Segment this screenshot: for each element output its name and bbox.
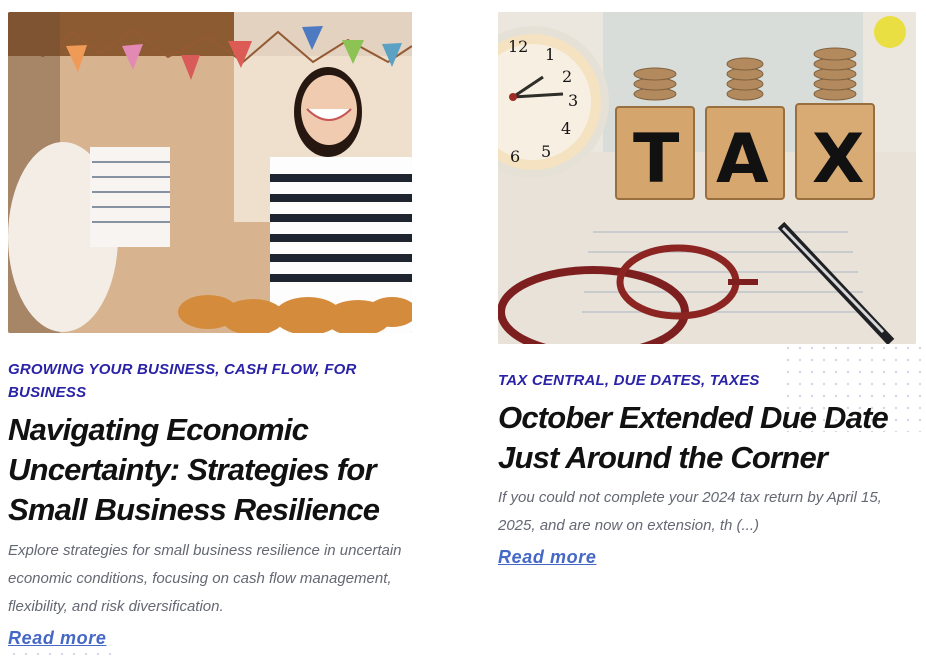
svg-text:6: 6: [510, 147, 520, 166]
post-categories[interactable]: TAX CENTRAL, DUE DATES, TAXES: [498, 369, 878, 392]
post-excerpt: If you could not complete your 2024 tax …: [498, 489, 882, 534]
post-image-1[interactable]: [8, 12, 412, 333]
tax-blocks-photo-icon: 12 12 3 45 6 T A X: [498, 12, 916, 344]
svg-text:2: 2: [562, 67, 572, 86]
svg-text:12: 12: [508, 37, 528, 56]
svg-text:1: 1: [545, 45, 555, 64]
svg-text:4: 4: [561, 119, 571, 138]
svg-text:3: 3: [568, 91, 578, 110]
read-more-link[interactable]: Read more: [8, 628, 106, 649]
read-more-link[interactable]: Read more: [498, 547, 596, 568]
post-image-2[interactable]: 12 1 2 3 4 5 6 T A X: [498, 12, 916, 344]
bakery-shop-photo-icon: [8, 12, 412, 333]
tax-block-letter-t: T: [633, 120, 680, 199]
tax-block-letter-a: A: [716, 120, 769, 199]
post-title[interactable]: Navigating Economic Uncertainty: Strateg…: [8, 410, 410, 530]
svg-text:5: 5: [541, 142, 551, 161]
post-categories[interactable]: GROWING YOUR BUSINESS, CASH FLOW, FOR BU…: [8, 358, 378, 404]
post-excerpt: Explore strategies for small business re…: [8, 542, 402, 615]
post-title[interactable]: October Extended Due Date Just Around th…: [498, 398, 908, 478]
tax-block-letter-x: X: [812, 120, 864, 199]
